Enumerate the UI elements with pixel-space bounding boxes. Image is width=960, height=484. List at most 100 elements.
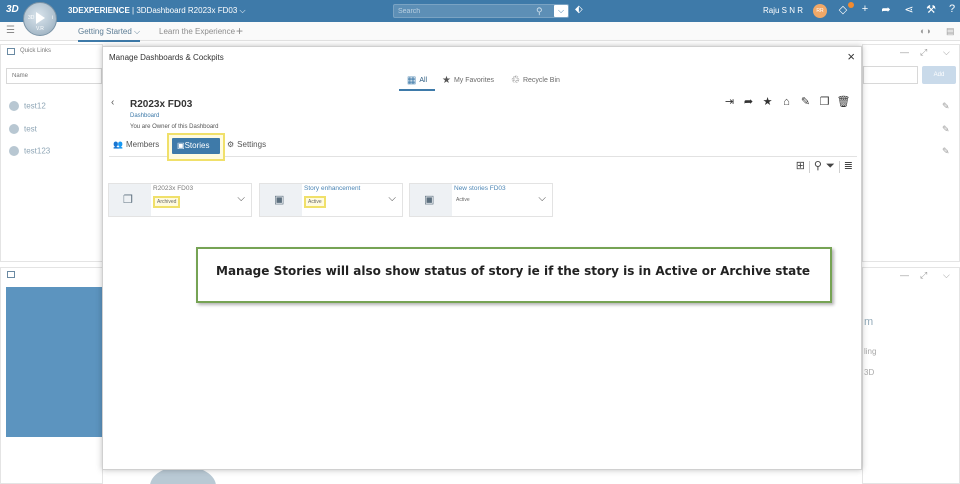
link-icon [9,101,19,111]
story-name: R2023x FD03 [153,185,194,192]
add-button[interactable]: Add [922,66,956,84]
edit-icon[interactable]: ✎ [942,146,950,157]
story-thumbnail: ❐ [109,184,151,216]
tab-label: All [419,77,428,84]
help-icon[interactable]: ? [945,3,959,15]
tab-recycle-bin[interactable]: ♲ Recycle Bin [511,73,560,91]
maximize-icon[interactable]: ⤢ [920,270,927,281]
tab-stories[interactable]: ▣Stories [172,138,220,154]
chevron-down-icon[interactable]: ⌵ [943,270,950,281]
maximize-icon[interactable]: ⤢ [920,47,927,58]
home-icon[interactable]: ⌂ [777,96,796,108]
tab-all[interactable]: ▦ All [399,73,435,91]
network-icon[interactable]: ⋖ [902,3,916,16]
tab-label: Recycle Bin [522,77,560,84]
dashboard-sub-tabs: 👥 Members ▣Stories ⚙ Settings [109,133,857,161]
star-icon: ★ [442,75,451,86]
search-scope-dropdown[interactable]: ⌵ [554,5,568,17]
add-story-icon[interactable]: ⊞ [796,159,805,172]
widget-header [1,268,102,282]
story-icon: ▣ [274,194,285,206]
link-icon [9,124,19,134]
edit-icon[interactable]: ✎ [942,101,950,112]
app-title[interactable]: 3DEXPERIENCE | 3DDashboard R2023x FD03 ⌵ [68,6,246,16]
search-input[interactable] [398,6,528,16]
search-icon[interactable]: ⚲ [536,6,543,17]
right-info-widget [862,267,960,484]
quick-link-item[interactable]: test [9,124,37,134]
minimize-icon[interactable]: — [900,270,909,280]
quick-link-label: test123 [24,146,51,156]
widget-heading-fragment: m [864,316,874,328]
list-view-icon[interactable]: ≣ [844,159,853,172]
tab-settings[interactable]: ⚙ Settings [227,140,266,149]
filter-icon[interactable]: ⏷ [826,160,835,173]
dassault-logo: 3D [6,4,19,15]
owner-note: You are Owner of this Dashboard [130,124,219,130]
tab-label: My Favorites [453,77,495,84]
tab-label: Learn the Experience [159,27,236,36]
delete-icon[interactable]: 🗑 [834,95,853,108]
widget-text-fragment: 3D [864,368,875,377]
view-toggle-icon[interactable]: ◐◑ [920,26,931,36]
chevron-down-icon[interactable]: ⌵ [134,27,140,36]
search-box: ⚲ ⌵ [393,4,569,18]
avatar[interactable]: RR [813,4,827,18]
back-icon[interactable]: ‹ [111,97,114,108]
dashboard-title: | 3DDashboard R2023x FD03 [129,6,238,15]
dashboard-tab-bar: ☰ Getting Started ⌵ Learn the Experience… [0,22,960,42]
callout-text: Manage Stories will also show status of … [216,264,811,278]
compass-left-label: 3D [28,15,35,21]
tab-members[interactable]: 👥 Members [113,140,159,149]
widget-text-fragment: ling [864,347,877,356]
tab-getting-started[interactable]: Getting Started ⌵ [78,27,141,42]
edit-icon[interactable]: ✎ [796,95,815,108]
chevron-down-icon[interactable]: ⌵ [538,193,546,204]
minimize-icon[interactable]: — [900,47,909,57]
story-icon: ❐ [123,194,133,206]
tab-label: Settings [237,140,267,149]
tab-label: Stories [184,141,210,150]
enter-icon[interactable]: ⇥ [720,95,739,108]
story-status: Active [304,196,326,208]
story-name[interactable]: Story enhancement [304,185,360,192]
story-name[interactable]: New stories FD03 [454,185,506,192]
tools-icon[interactable]: ⚒ [924,3,938,16]
chevron-down-icon[interactable]: ⌵ [237,193,245,204]
top-bar: 3D 3D i V.R 3DEXPERIENCE | 3DDashboard R… [0,0,960,36]
add-tab-button[interactable]: + [236,24,243,38]
quick-link-name-input[interactable] [6,68,102,84]
menu-icon[interactable]: ☰ [6,25,15,36]
chat-icon[interactable]: ▤ [946,26,955,37]
copy-icon[interactable]: ❐ [815,95,834,108]
edit-icon[interactable]: ✎ [942,124,950,135]
quick-link-url-input[interactable] [863,66,918,84]
chevron-down-icon[interactable]: ⌵ [240,6,246,15]
chevron-down-icon[interactable]: ⌵ [943,47,950,58]
share-icon[interactable]: ➦ [739,95,758,108]
user-name[interactable]: Raju S N R [763,6,803,15]
story-card[interactable]: ▣ New stories FD03 Active ⌵ [409,183,553,217]
tab-label: Members [125,140,160,149]
close-icon[interactable]: × [847,49,855,64]
tab-learn-the-experience[interactable]: Learn the Experience [159,27,235,36]
search-icon[interactable]: ⚲ [814,159,822,172]
platform-name: 3DEXPERIENCE [68,6,130,15]
manage-dashboards-dialog: Manage Dashboards & Cockpits × ▦ All ★ My … [102,46,862,470]
dialog-title: Manage Dashboards & Cockpits [109,53,224,62]
favorite-icon[interactable]: ★ [758,95,777,108]
chevron-down-icon[interactable]: ⌵ [388,193,396,204]
tab-my-favorites[interactable]: ★ My Favorites [442,73,494,91]
story-card[interactable]: ▣ Story enhancement Active ⌵ [259,183,403,217]
forward-icon[interactable]: ➦ [879,3,893,16]
story-thumbnail: ▣ [260,184,302,216]
story-card[interactable]: ❐ R2023x FD03 Archived ⌵ [108,183,252,217]
quick-link-item[interactable]: test123 [9,146,50,156]
play-icon [36,12,45,24]
media-preview[interactable] [6,287,102,437]
plus-icon[interactable]: + [858,3,872,15]
compass-icon[interactable]: 3D i V.R [23,2,57,36]
quick-link-label: test12 [24,101,46,111]
quick-link-item[interactable]: test12 [9,101,46,111]
tag-icon[interactable]: ⬖ [575,4,583,15]
